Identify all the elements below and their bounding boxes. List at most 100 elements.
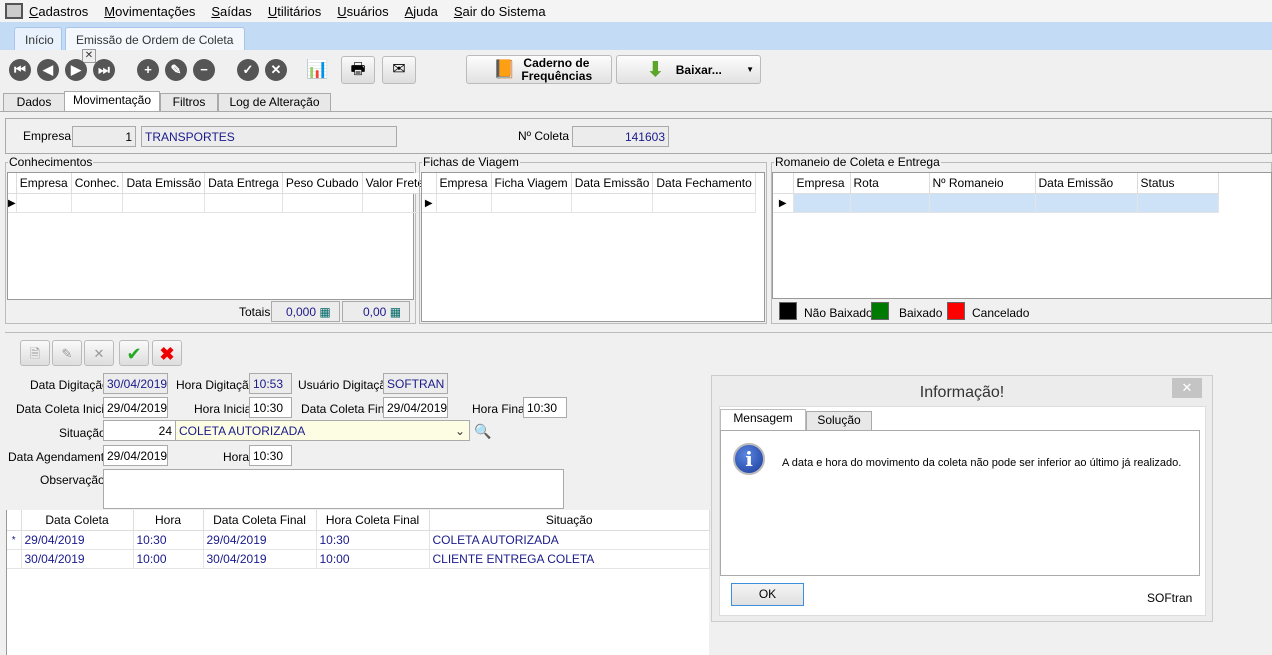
table-cell: 10:30 (316, 530, 430, 550)
new-doc-icon[interactable]: 🗎 (20, 340, 50, 366)
edit-doc-icon[interactable]: ✎ (52, 340, 82, 366)
hora-final-field[interactable]: 10:30 (523, 397, 567, 418)
print-icon[interactable]: 🖶 (341, 56, 375, 84)
app-icon[interactable] (5, 3, 23, 19)
menu-movimentacoes[interactable]: Movimentações (104, 4, 195, 19)
export-icon[interactable]: ✉ (382, 56, 416, 84)
col-header[interactable]: Nº Romaneio (929, 173, 1036, 194)
table-row[interactable]: ▶ (773, 193, 1219, 213)
table-cell (122, 193, 206, 213)
menu-ajuda[interactable]: Ajuda (405, 4, 438, 19)
first-record-icon[interactable]: ⏮ (9, 59, 31, 81)
cancel-x-icon[interactable]: ✖ (152, 340, 182, 366)
situacao-code-field[interactable]: 24 (103, 420, 176, 441)
caderno-frequencias-button[interactable]: 📙 Caderno de Frequências (466, 55, 612, 84)
hora-digitacao-label: Hora Digitação (176, 378, 256, 392)
col-header[interactable]: Data Emissão (122, 173, 206, 194)
table-cell (71, 193, 124, 213)
table-row[interactable]: ▶ (422, 193, 756, 213)
col-header[interactable]: Conhec. (71, 173, 124, 194)
empresa-code-field[interactable]: 1 (72, 126, 136, 147)
tab-filtros[interactable]: Filtros (160, 93, 218, 112)
hora-inicial-field[interactable]: 10:30 (249, 397, 292, 418)
history-grid[interactable]: Data Coleta Hora Data Coleta Final Hora … (6, 510, 710, 655)
search-icon[interactable]: 🔍 (474, 423, 491, 440)
tab-emissao-ordem-coleta[interactable]: Emissão de Ordem de Coleta✕ (65, 27, 245, 63)
romaneio-grid[interactable]: Empresa Rota Nº Romaneio Data Emissão St… (772, 172, 1272, 299)
col-header[interactable]: Data Coleta Final (203, 510, 317, 531)
col-header[interactable]: Hora (133, 510, 204, 531)
observacao-textarea[interactable] (103, 469, 564, 509)
confirm-icon[interactable]: ✓ (237, 59, 259, 81)
confirm-check-icon[interactable]: ✔ (119, 340, 149, 366)
col-header[interactable]: Rota (850, 173, 930, 194)
tab-dados[interactable]: Dados (3, 93, 65, 112)
chart-settings-icon[interactable]: 📊 (306, 59, 328, 80)
delete-doc-icon[interactable]: ✕ (84, 340, 114, 366)
col-header[interactable]: Status (1137, 173, 1219, 194)
menu-saidas[interactable]: Saídas (211, 4, 251, 19)
col-header[interactable]: Hora Coleta Final (316, 510, 430, 531)
tab-mensagem[interactable]: Mensagem (720, 409, 806, 431)
table-cell (7, 549, 22, 569)
col-header[interactable]: Data Emissão (571, 173, 654, 194)
calculator-icon[interactable]: ▦ (319, 305, 330, 319)
row-indicator-icon: ▶ (773, 193, 794, 213)
col-header[interactable]: Ficha Viagem (491, 173, 572, 194)
table-row[interactable]: * 29/04/2019 10:30 29/04/2019 10:30 COLETA AU… (7, 530, 710, 550)
coleta-number-field[interactable]: 141603 (572, 126, 669, 147)
col-header[interactable]: Peso Cubado (282, 173, 363, 194)
col-header[interactable]: Empresa (793, 173, 851, 194)
table-row[interactable]: ▶ (8, 193, 429, 213)
col-header[interactable]: Valor Frete (362, 173, 429, 194)
col-header[interactable]: Data Fechamento (652, 173, 756, 194)
col-header[interactable]: Data Emissão (1035, 173, 1138, 194)
add-icon[interactable]: + (137, 59, 159, 81)
table-cell: COLETA AUTORIZADA (429, 530, 710, 550)
col-header[interactable]: Data Entrega (204, 173, 283, 194)
col-header[interactable]: Empresa (16, 173, 72, 194)
menu-sair[interactable]: Sair do Sistema (454, 4, 546, 19)
table-cell (793, 193, 851, 213)
calculator-icon[interactable]: ▦ (390, 305, 401, 319)
total-peso-field[interactable]: 0,000 ▦ (271, 301, 340, 322)
table-cell: 30/04/2019 (203, 549, 317, 569)
tab-log-alteracao[interactable]: Log de Alteração (218, 93, 331, 112)
hora-digitacao-field[interactable]: 10:53 (249, 373, 292, 394)
menu-cadastros[interactable]: Cadastros (29, 4, 88, 19)
baixar-dropdown-button[interactable]: ⬇ Baixar... ▼ (616, 55, 761, 84)
table-cell (571, 193, 654, 213)
edit-icon[interactable]: ✎ (165, 59, 187, 81)
total-valor-field[interactable]: 0,00 ▦ (342, 301, 410, 322)
next-record-icon[interactable]: ▶ (65, 59, 87, 81)
data-coleta-final-field[interactable]: 29/04/2019 (383, 397, 448, 418)
table-cell: 30/04/2019 (21, 549, 134, 569)
menu-utilitarios[interactable]: Utilitários (268, 4, 321, 19)
col-header[interactable]: Data Coleta (21, 510, 134, 531)
previous-record-icon[interactable]: ◀ (37, 59, 59, 81)
cancel-icon[interactable]: ✕ (265, 59, 287, 81)
table-row[interactable]: 30/04/2019 10:00 30/04/2019 10:00 CLIENTE EN… (7, 549, 710, 569)
conhecimentos-grid[interactable]: Empresa Conhec. Data Emissão Data Entreg… (7, 172, 429, 300)
usuario-field[interactable]: SOFTRAN (383, 373, 448, 394)
table-cell (362, 193, 429, 213)
col-header[interactable]: Situação (429, 510, 710, 531)
menu-usuarios[interactable]: Usuários (337, 4, 388, 19)
data-agendamento-field[interactable]: 29/04/2019 (103, 445, 168, 466)
hora-field[interactable]: 10:30 (249, 445, 292, 466)
tab-inicio[interactable]: Início (14, 27, 62, 50)
tab-movimentacao[interactable]: Movimentação (64, 91, 160, 112)
situacao-select[interactable]: COLETA AUTORIZADA ⌄ (175, 420, 470, 441)
ok-button[interactable]: OK (731, 583, 804, 606)
col-header[interactable]: Empresa (436, 173, 492, 194)
last-record-icon[interactable]: ⏭ (93, 59, 115, 81)
empresa-name-field[interactable]: TRANSPORTES (141, 126, 397, 147)
fichas-grid[interactable]: Empresa Ficha Viagem Data Emissão Data F… (421, 172, 765, 322)
data-coleta-inicial-field[interactable]: 29/04/2019 (103, 397, 168, 418)
tab-solucao[interactable]: Solução (806, 411, 872, 431)
dialog-body: Mensagem Solução i A data e hora do movi… (719, 406, 1206, 616)
divider (5, 332, 1272, 333)
remove-icon[interactable]: − (193, 59, 215, 81)
dialog-close-button[interactable]: ✕ (1172, 378, 1202, 398)
data-digitacao-field[interactable]: 30/04/2019 (103, 373, 168, 394)
